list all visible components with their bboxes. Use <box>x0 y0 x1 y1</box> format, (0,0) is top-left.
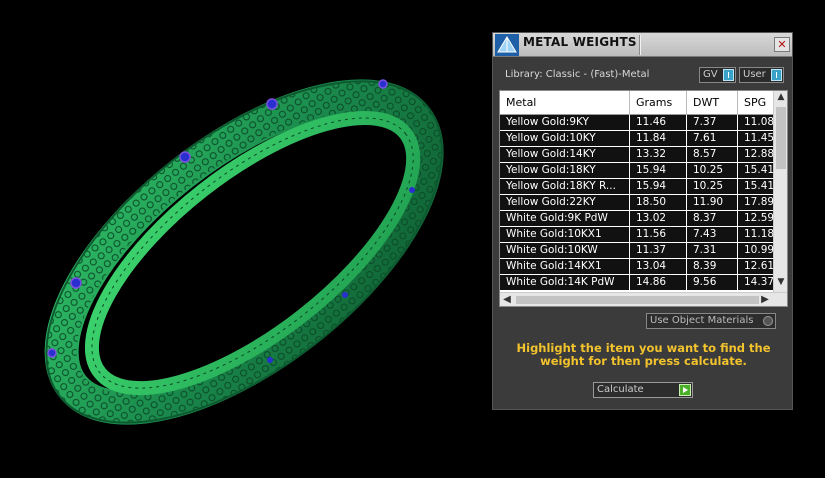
pyramid-logo-icon <box>495 34 519 56</box>
column-header-dwt[interactable]: DWT <box>687 91 738 115</box>
metal-cell: White Gold:9K PdW <box>500 211 629 226</box>
dwt-cell: 7.31 <box>687 243 737 258</box>
table-row[interactable]: Yellow Gold:9KY 11.46 7.37 11.08 <box>500 115 773 131</box>
dwt-cell: 9.56 <box>687 275 737 290</box>
scroll-up-icon[interactable]: ▲ <box>776 92 786 104</box>
use-object-materials-option[interactable]: Use Object Materials <box>646 313 776 329</box>
column-header-grams[interactable]: Grams <box>630 91 687 115</box>
grams-cell: 11.37 <box>630 243 686 258</box>
spg-cell: 12.61 <box>738 259 773 274</box>
table-row[interactable]: Yellow Gold:18KY R... 15.94 10.25 15.41 <box>500 179 773 195</box>
panel-title: METAL WEIGHTS <box>523 35 637 49</box>
dwt-cell: 7.61 <box>687 131 737 146</box>
vertical-scrollbar[interactable]: ▲ ▼ <box>773 91 787 292</box>
dwt-cell: 10.25 <box>687 179 737 194</box>
column-header-spg[interactable]: SPG <box>738 91 778 115</box>
spg-cell: 15.41 <box>738 179 773 194</box>
titlebar-separator <box>639 35 641 55</box>
use-object-materials-label: Use Object Materials <box>650 315 754 326</box>
spg-cell: 12.88 <box>738 147 773 162</box>
table-row[interactable]: White Gold:10KW 11.37 7.31 10.99 <box>500 243 773 259</box>
toggle-switch-icon <box>723 69 734 81</box>
horizontal-scrollbar[interactable]: ◀ ▶ <box>500 292 787 306</box>
metal-cell: Yellow Gold:22KY <box>500 195 629 210</box>
user-toggle-label: User <box>743 69 766 80</box>
spg-cell: 14.37 <box>738 275 773 290</box>
dwt-cell: 11.90 <box>687 195 737 210</box>
spg-cell: 12.59 <box>738 211 773 226</box>
scroll-right-icon[interactable]: ▶ <box>759 294 771 306</box>
spg-cell: 10.99 <box>738 243 773 258</box>
dwt-cell: 8.39 <box>687 259 737 274</box>
scroll-left-icon[interactable]: ◀ <box>501 294 513 306</box>
instruction-text: Highlight the item you want to find the … <box>516 341 771 368</box>
grams-cell: 14.86 <box>630 275 686 290</box>
table-row[interactable]: White Gold:10KX1 11.56 7.43 11.18 <box>500 227 773 243</box>
user-toggle[interactable]: User <box>739 67 784 83</box>
grams-cell: 15.94 <box>630 163 686 178</box>
table-row[interactable]: Yellow Gold:14KY 13.32 8.57 12.88 <box>500 147 773 163</box>
calculate-button[interactable]: Calculate <box>593 382 693 398</box>
panel-titlebar[interactable]: METAL WEIGHTS ✕ <box>493 33 792 57</box>
table-row[interactable]: White Gold:9K PdW 13.02 8.37 12.59 <box>500 211 773 227</box>
metal-cell: White Gold:10KX1 <box>500 227 629 242</box>
scroll-down-icon[interactable]: ▼ <box>776 277 786 289</box>
table-row[interactable]: Yellow Gold:22KY 18.50 11.90 17.89 <box>500 195 773 211</box>
gv-toggle[interactable]: GV <box>699 67 736 83</box>
close-button[interactable]: ✕ <box>774 37 790 52</box>
dwt-cell: 10.25 <box>687 163 737 178</box>
metal-cell: Yellow Gold:18KY R... <box>500 179 629 194</box>
spg-cell: 11.45 <box>738 131 773 146</box>
dwt-cell: 8.57 <box>687 147 737 162</box>
grams-cell: 15.94 <box>630 179 686 194</box>
calculate-label: Calculate <box>597 384 644 395</box>
grams-cell: 11.56 <box>630 227 686 242</box>
metal-cell: White Gold:14K PdW <box>500 275 629 290</box>
horizontal-scroll-thumb[interactable] <box>516 296 759 304</box>
grams-cell: 13.04 <box>630 259 686 274</box>
metal-cell: Yellow Gold:18KY <box>500 163 629 178</box>
grams-cell: 11.46 <box>630 115 686 130</box>
metal-weights-panel: METAL WEIGHTS ✕ Library: Classic - (Fast… <box>492 32 793 410</box>
dwt-cell: 7.37 <box>687 115 737 130</box>
table-row[interactable]: Yellow Gold:18KY 15.94 10.25 15.41 <box>500 163 773 179</box>
metal-cell: Yellow Gold:10KY <box>500 131 629 146</box>
grams-cell: 13.02 <box>630 211 686 226</box>
bangle-outer-edge <box>45 80 443 424</box>
table-row[interactable]: Yellow Gold:10KY 11.84 7.61 11.45 <box>500 131 773 147</box>
dwt-cell: 8.37 <box>687 211 737 226</box>
grams-cell: 11.84 <box>630 131 686 146</box>
library-label: Library: Classic - (Fast)-Metal <box>505 69 650 80</box>
gv-toggle-label: GV <box>703 69 718 80</box>
table-row[interactable]: White Gold:14KX1 13.04 8.39 12.61 <box>500 259 773 275</box>
column-header-metal[interactable]: Metal <box>500 91 630 115</box>
metal-table: Metal Grams DWT SPG Yellow Gold:9KY 11.46… <box>499 90 788 307</box>
grams-cell: 13.32 <box>630 147 686 162</box>
spg-cell: 11.08 <box>738 115 773 130</box>
vertical-scroll-thumb[interactable] <box>776 107 786 169</box>
play-arrow-icon <box>679 384 691 396</box>
table-body: Yellow Gold:9KY 11.46 7.37 11.08 Yellow Gold… <box>500 115 773 291</box>
metal-cell: White Gold:14KX1 <box>500 259 629 274</box>
spg-cell: 11.18 <box>738 227 773 242</box>
metal-cell: Yellow Gold:9KY <box>500 115 629 130</box>
grams-cell: 18.50 <box>630 195 686 210</box>
table-header: Metal Grams DWT SPG <box>500 91 773 115</box>
toggle-switch-icon <box>771 69 782 81</box>
spg-cell: 15.41 <box>738 163 773 178</box>
radio-icon <box>763 316 773 326</box>
metal-cell: White Gold:10KW <box>500 243 629 258</box>
metal-cell: Yellow Gold:14KY <box>500 147 629 162</box>
dwt-cell: 7.43 <box>687 227 737 242</box>
spg-cell: 17.89 <box>738 195 773 210</box>
bangle-3d-viewport[interactable] <box>0 0 490 478</box>
bangle-filigree <box>46 81 442 423</box>
table-row[interactable]: White Gold:14K PdW 14.86 9.56 14.37 <box>500 275 773 291</box>
